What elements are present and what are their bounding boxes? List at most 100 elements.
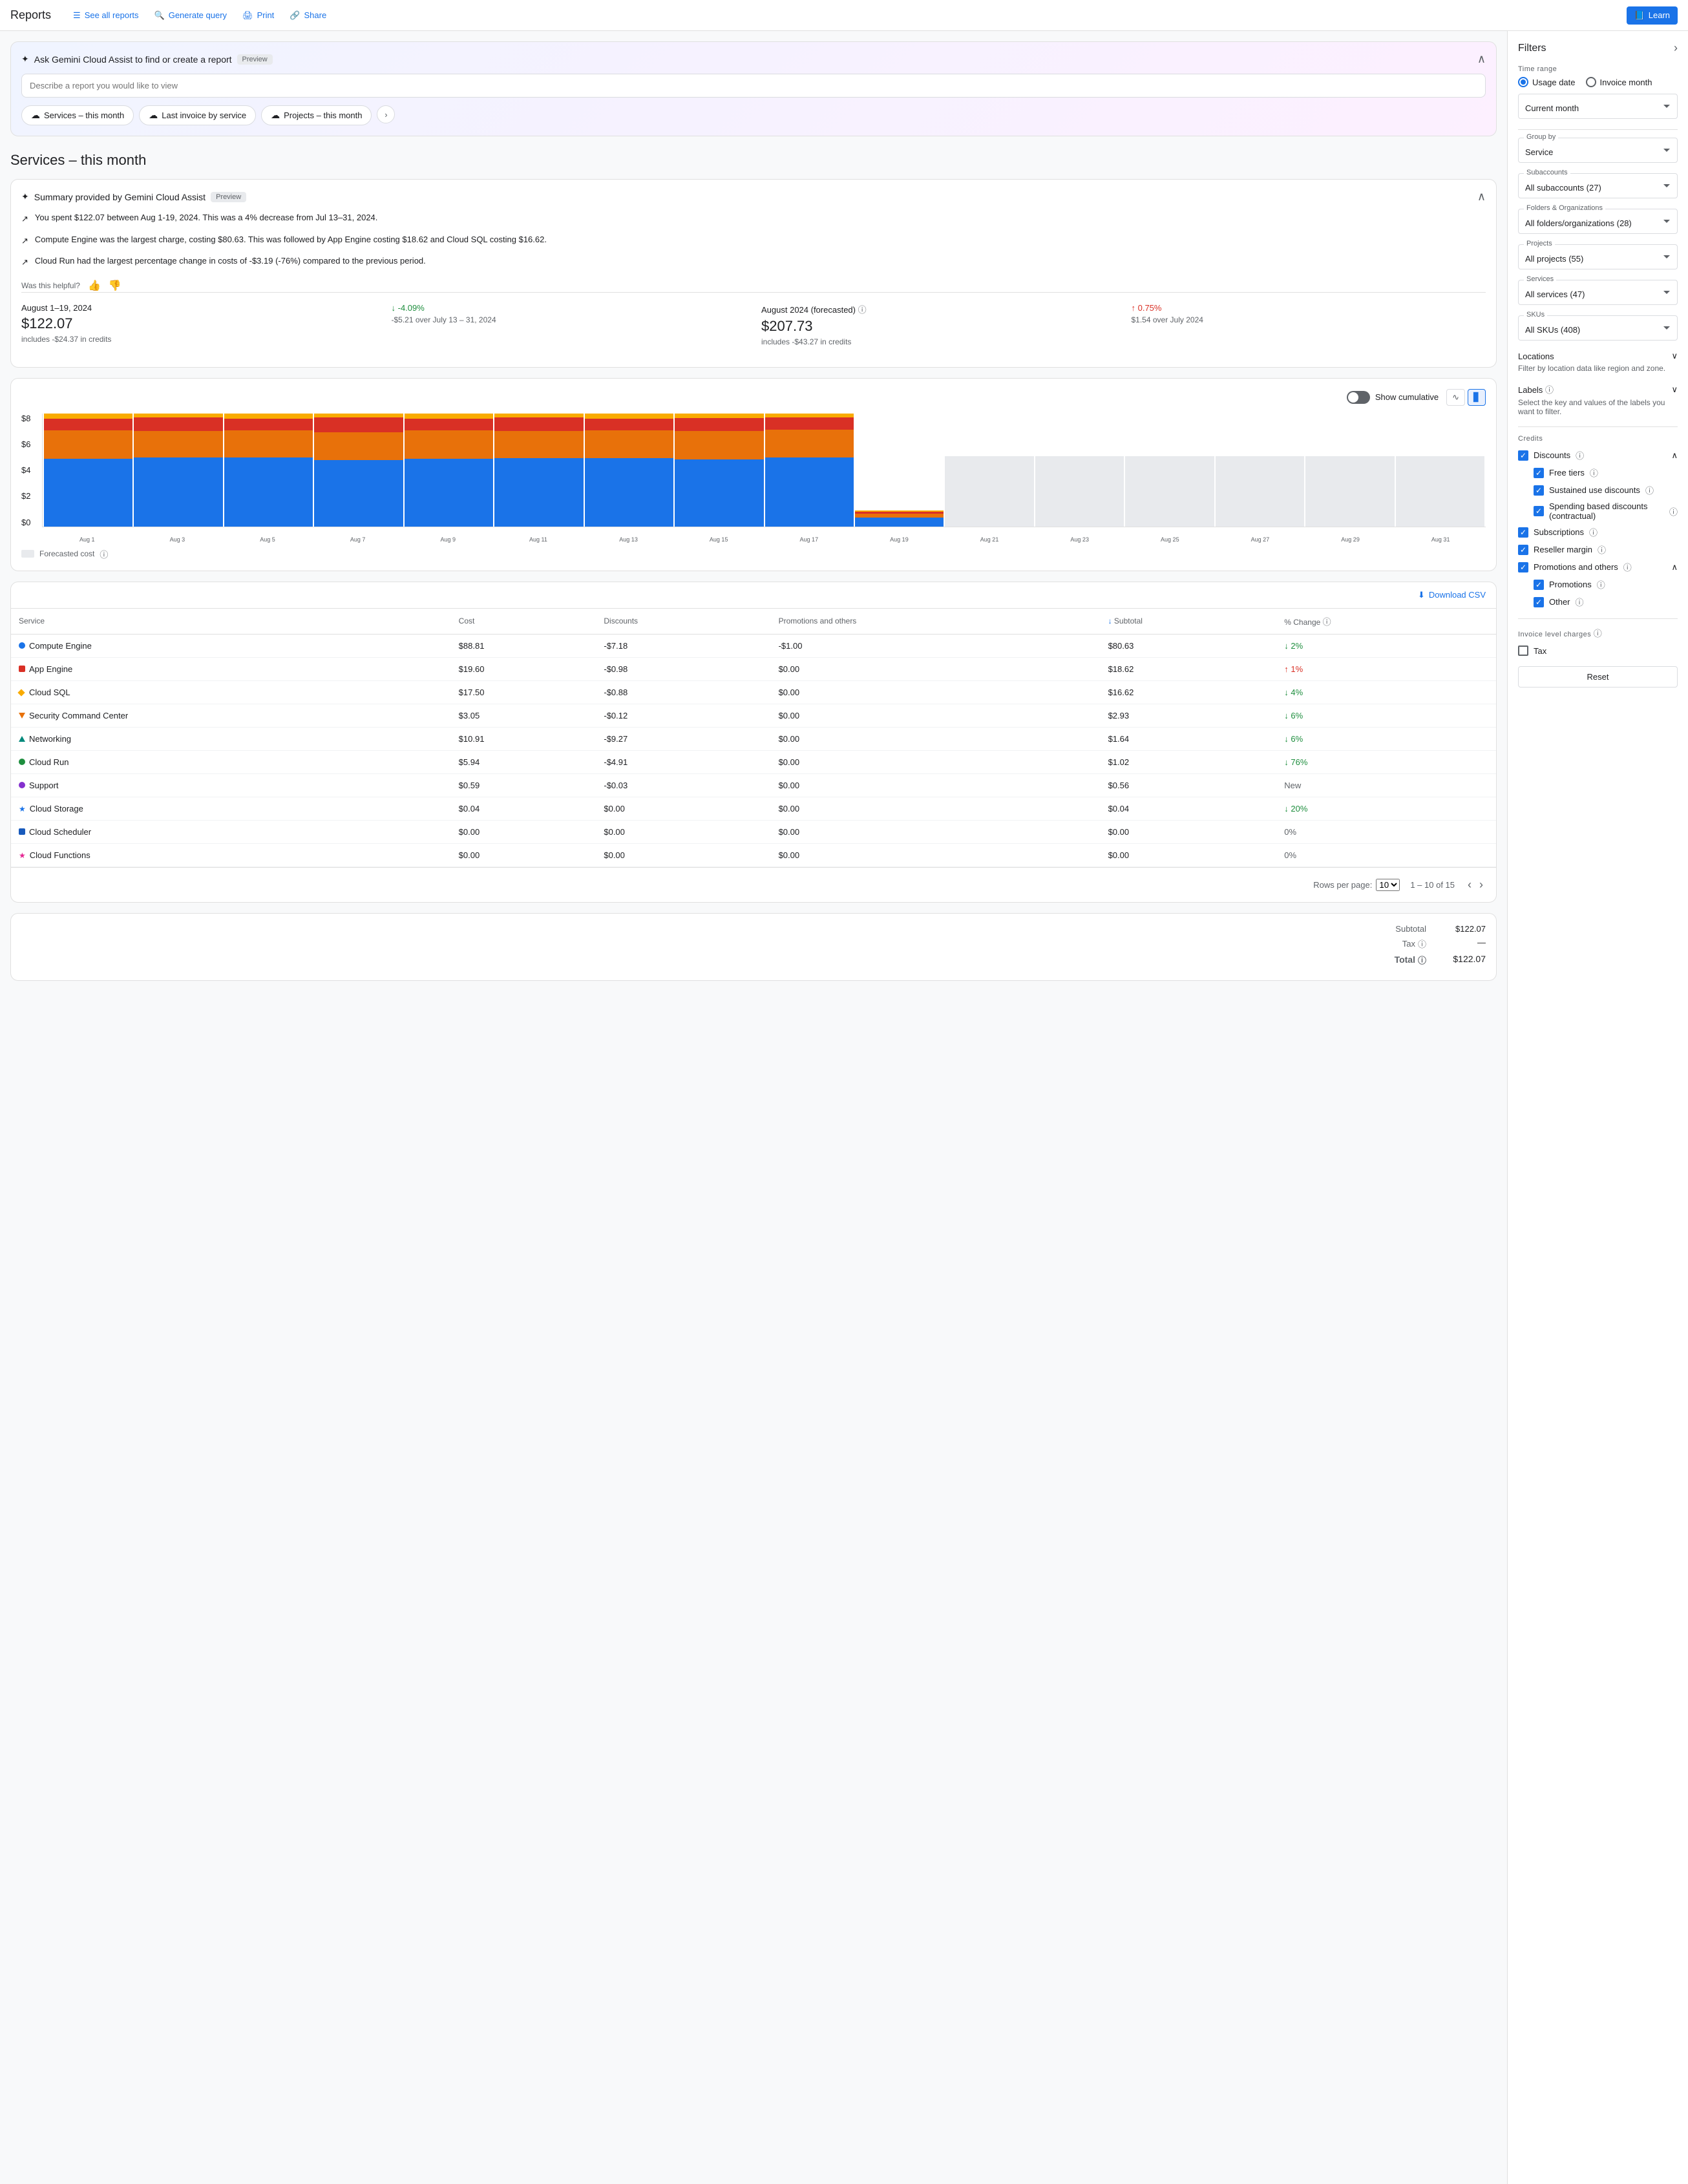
bar-group[interactable] xyxy=(765,414,854,527)
cell-discounts: -$7.18 xyxy=(596,634,770,657)
trend-icon-3: ↗ xyxy=(21,256,28,269)
bar-group[interactable] xyxy=(945,414,1033,527)
bar-group[interactable] xyxy=(1396,414,1484,527)
col-promotions: Promotions and others xyxy=(771,609,1101,635)
bar-group[interactable] xyxy=(1305,414,1394,527)
col-subtotal: ↓ Subtotal xyxy=(1101,609,1277,635)
forecasted-change-metric: ↑ 0.75% $1.54 over July 2024 xyxy=(1132,303,1486,346)
forecast-info-icon[interactable]: ⓘ xyxy=(100,548,108,560)
report-page-title: Services – this month xyxy=(10,147,1497,169)
bar-group[interactable] xyxy=(314,414,403,527)
services-select[interactable]: All services (47) xyxy=(1519,280,1677,304)
labels-info-icon[interactable]: ⓘ xyxy=(1545,385,1554,395)
chips-arrow-button[interactable]: › xyxy=(377,105,395,123)
gemini-collapse-button[interactable]: ∧ xyxy=(1477,52,1486,66)
tax-checkbox[interactable] xyxy=(1518,646,1528,656)
bar-group[interactable] xyxy=(134,414,222,527)
chip-projects-this-month[interactable]: ☁ Projects – this month xyxy=(261,105,372,125)
spending-info-icon[interactable]: ⓘ xyxy=(1669,505,1678,518)
skus-select[interactable]: All SKUs (408) xyxy=(1519,316,1677,340)
share-button[interactable]: 🔗 Share xyxy=(283,6,333,25)
change-info-icon[interactable]: ⓘ xyxy=(1323,617,1331,627)
labels-header[interactable]: Labels ⓘ ∨ xyxy=(1518,383,1678,395)
download-csv-button[interactable]: ⬇ Download CSV xyxy=(1418,590,1486,600)
discounts-checkbox[interactable]: ✓ xyxy=(1518,450,1528,461)
cumulative-toggle[interactable]: Show cumulative xyxy=(1347,391,1439,404)
cell-subtotal: $1.64 xyxy=(1101,727,1277,750)
summary-bullet-3: ↗ Cloud Run had the largest percentage c… xyxy=(21,255,1486,269)
chart-x-label: Aug 19 xyxy=(854,536,945,543)
subscriptions-info-icon[interactable]: ⓘ xyxy=(1589,526,1598,538)
see-all-reports-button[interactable]: ☰ See all reports xyxy=(67,6,145,25)
reset-button[interactable]: Reset xyxy=(1518,666,1678,688)
filters-collapse-icon[interactable]: › xyxy=(1674,41,1678,55)
promotions-info-icon[interactable]: ⓘ xyxy=(1623,561,1632,573)
pagination-range: 1 – 10 of 15 xyxy=(1410,880,1455,890)
usage-date-radio[interactable]: Usage date xyxy=(1518,77,1576,87)
bar-group[interactable] xyxy=(44,414,132,527)
subaccounts-select[interactable]: All subaccounts (27) xyxy=(1519,174,1677,198)
toggle-switch[interactable] xyxy=(1347,391,1370,404)
discounts-item: ✓ Discounts ⓘ ∧ xyxy=(1518,446,1678,464)
folders-select[interactable]: All folders/organizations (28) xyxy=(1519,209,1677,233)
bar-group[interactable] xyxy=(405,414,493,527)
bar-group[interactable] xyxy=(855,414,944,527)
discounts-collapse-icon[interactable]: ∧ xyxy=(1671,450,1678,461)
cell-service: ★Cloud Storage xyxy=(11,797,451,820)
learn-button[interactable]: 📘 Learn xyxy=(1627,6,1678,25)
bar-group[interactable] xyxy=(1125,414,1214,527)
next-page-button[interactable]: › xyxy=(1477,876,1486,894)
bar-group[interactable] xyxy=(1216,414,1304,527)
thumbs-up-button[interactable]: 👍 xyxy=(88,279,101,292)
forecasted-info-icon[interactable]: ⓘ xyxy=(858,305,867,315)
promotions-others-checkbox[interactable]: ✓ xyxy=(1518,562,1528,572)
bar-group[interactable] xyxy=(1035,414,1124,527)
invoice-charges-info-icon[interactable]: ⓘ xyxy=(1594,629,1603,638)
other-info-icon[interactable]: ⓘ xyxy=(1576,596,1584,608)
sustained-info-icon[interactable]: ⓘ xyxy=(1645,484,1654,496)
thumbs-down-button[interactable]: 👎 xyxy=(109,279,121,292)
line-chart-button[interactable]: ∿ xyxy=(1446,389,1465,406)
tax-info-icon[interactable]: ⓘ xyxy=(1418,938,1426,950)
bar-group[interactable] xyxy=(585,414,673,527)
total-info-icon[interactable]: ⓘ xyxy=(1418,954,1426,966)
reseller-checkbox[interactable]: ✓ xyxy=(1518,545,1528,555)
bar-group[interactable] xyxy=(494,414,583,527)
bar-group[interactable] xyxy=(675,414,763,527)
sort-icon[interactable]: ↓ xyxy=(1108,616,1114,625)
gemini-search-input[interactable] xyxy=(21,74,1486,98)
invoice-month-radio[interactable]: Invoice month xyxy=(1586,77,1652,87)
book-icon: 📘 xyxy=(1634,10,1645,21)
spending-based-checkbox[interactable]: ✓ xyxy=(1534,506,1544,516)
cell-change: ↓ 2% xyxy=(1276,634,1496,657)
period-select[interactable]: Current month xyxy=(1519,94,1677,118)
table-row: Cloud Scheduler $0.00 $0.00 $0.00 $0.00 … xyxy=(11,820,1496,843)
rows-per-page-select[interactable]: 10 25 50 xyxy=(1376,879,1400,891)
bar-group[interactable] xyxy=(224,414,313,527)
sustained-use-checkbox[interactable]: ✓ xyxy=(1534,485,1544,496)
free-tiers-checkbox[interactable]: ✓ xyxy=(1534,468,1544,478)
group-by-select[interactable]: Service xyxy=(1519,138,1677,162)
prev-page-button[interactable]: ‹ xyxy=(1465,876,1474,894)
discounts-info-icon[interactable]: ⓘ xyxy=(1576,449,1584,461)
print-button[interactable]: 🖨 Print xyxy=(236,6,280,25)
subtotal-row: Subtotal $122.07 xyxy=(1395,924,1486,934)
bar-chart-button[interactable]: ▊ xyxy=(1468,389,1486,406)
chip-services-this-month[interactable]: ☁ Services – this month xyxy=(21,105,134,125)
generate-query-button[interactable]: 🔍 Generate query xyxy=(148,6,234,25)
free-tiers-info-icon[interactable]: ⓘ xyxy=(1590,467,1598,479)
promotions-checkbox[interactable]: ✓ xyxy=(1534,580,1544,590)
projects-select[interactable]: All projects (55) xyxy=(1519,245,1677,269)
cell-promotions: $0.00 xyxy=(771,680,1101,704)
locations-header[interactable]: Locations ∨ xyxy=(1518,351,1678,361)
chip-last-invoice[interactable]: ☁ Last invoice by service xyxy=(139,105,256,125)
subscriptions-checkbox[interactable]: ✓ xyxy=(1518,527,1528,538)
promotions-collapse-icon[interactable]: ∧ xyxy=(1671,562,1678,572)
summary-collapse-button[interactable]: ∧ xyxy=(1477,190,1486,204)
other-checkbox[interactable]: ✓ xyxy=(1534,597,1544,607)
page-header: Reports ☰ See all reports 🔍 Generate que… xyxy=(0,0,1688,31)
chart-x-label: Aug 17 xyxy=(764,536,854,543)
reseller-info-icon[interactable]: ⓘ xyxy=(1598,543,1606,556)
cell-change: ↑ 1% xyxy=(1276,657,1496,680)
promotions-only-info-icon[interactable]: ⓘ xyxy=(1597,578,1605,591)
